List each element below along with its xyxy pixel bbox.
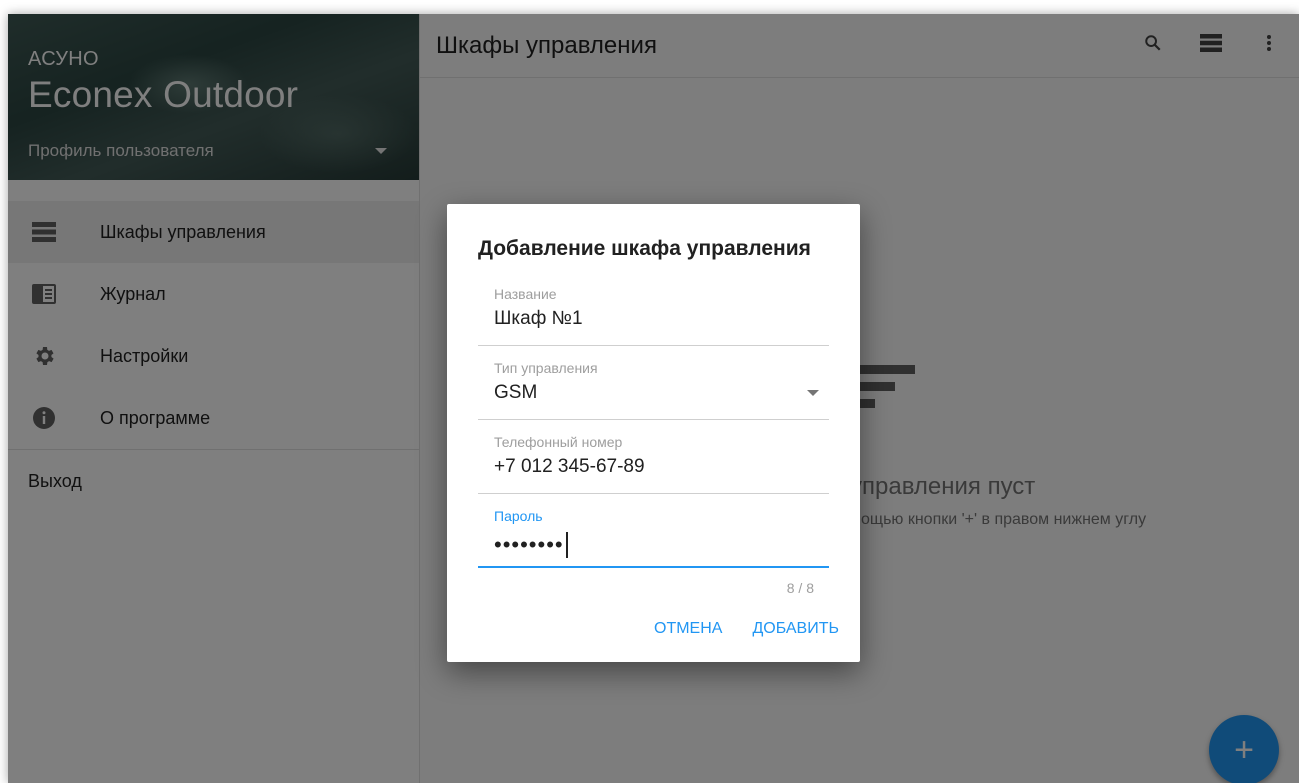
add-cabinet-dialog: Добавление шкафа управления Название Шка… bbox=[447, 204, 860, 662]
add-button[interactable]: ДОБАВИТЬ bbox=[752, 620, 839, 638]
name-field-value: Шкаф №1 bbox=[494, 308, 583, 329]
dialog-actions: ОТМЕНА ДОБАВИТЬ bbox=[654, 620, 839, 638]
control-type-label: Тип управления bbox=[494, 360, 598, 376]
dialog-title: Добавление шкафа управления bbox=[478, 237, 811, 260]
password-char-counter: 8 / 8 bbox=[786, 580, 814, 596]
phone-field-label: Телефонный номер bbox=[494, 434, 623, 450]
phone-field[interactable]: Телефонный номер +7 012 345-67-89 bbox=[478, 434, 829, 494]
name-field[interactable]: Название Шкаф №1 bbox=[478, 286, 829, 346]
phone-field-value: +7 012 345-67-89 bbox=[494, 456, 645, 477]
control-type-select[interactable]: Тип управления GSM bbox=[478, 360, 829, 420]
chevron-down-icon bbox=[807, 390, 819, 396]
control-type-value: GSM bbox=[494, 382, 538, 403]
password-field-label: Пароль bbox=[494, 508, 543, 524]
password-field[interactable]: Пароль •••••••• bbox=[478, 508, 829, 568]
password-mask: •••••••• bbox=[494, 532, 564, 557]
name-field-label: Название bbox=[494, 286, 557, 302]
text-cursor bbox=[565, 532, 568, 558]
app-window: АСУНО Econex Outdoor Профиль пользовател… bbox=[8, 14, 1299, 783]
cancel-button[interactable]: ОТМЕНА bbox=[654, 620, 722, 638]
password-field-value: •••••••• bbox=[494, 532, 568, 558]
